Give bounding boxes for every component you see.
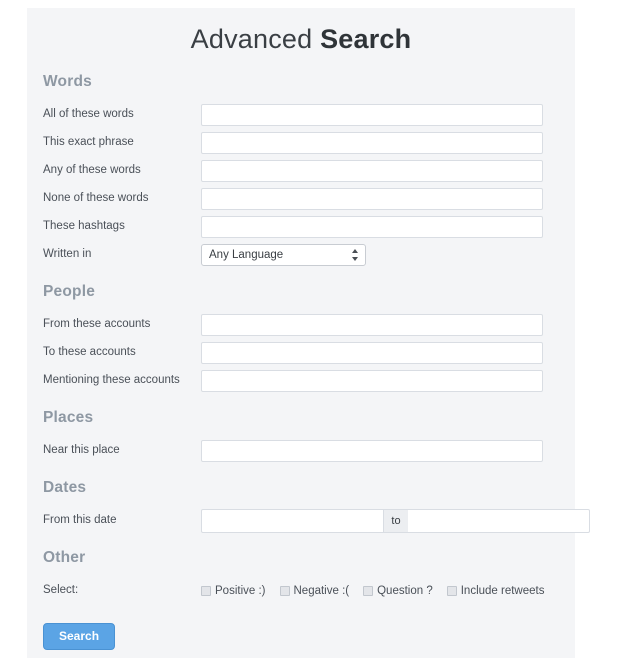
label-mentioning-these-accounts: Mentioning these accounts	[43, 373, 180, 386]
chevron-updown-icon	[351, 248, 358, 261]
form-row-from-these-accounts: From these accounts	[27, 311, 575, 339]
input-all-of-these-words[interactable]	[201, 103, 543, 126]
checkbox-item-question[interactable]: Question ?	[363, 585, 433, 597]
label-to-these-accounts: To these accounts	[43, 345, 136, 358]
form-row-select-options: Select: Positive :) Negative :( Question…	[27, 577, 575, 605]
search-form-panel: Advanced Search Words All of these words…	[27, 8, 590, 658]
date-range-separator: to	[384, 508, 408, 533]
checkbox-include-retweets-icon[interactable]	[446, 585, 457, 596]
input-from-these-accounts[interactable]	[201, 313, 543, 336]
checkbox-label-negative: Negative :(	[293, 584, 350, 597]
checkbox-item-negative[interactable]: Negative :(	[279, 584, 350, 597]
checkbox-group-other: Positive :) Negative :( Question ? Inclu…	[201, 585, 575, 597]
form-row-written-in: Written in Any Language	[27, 241, 575, 269]
input-near-this-place[interactable]	[201, 439, 543, 462]
label-from-these-accounts: From these accounts	[43, 317, 151, 330]
label-all-of-these-words: All of these words	[43, 107, 134, 120]
form-row-to-these-accounts: To these accounts	[27, 339, 575, 367]
input-any-of-these-words[interactable]	[201, 159, 543, 182]
label-from-this-date: From this date	[43, 513, 117, 526]
checkbox-negative-icon[interactable]	[279, 585, 290, 596]
select-written-in-value: Any Language	[209, 248, 284, 261]
input-this-exact-phrase[interactable]	[201, 131, 543, 154]
select-written-in-language[interactable]: Any Language	[201, 243, 366, 266]
label-these-hashtags: These hashtags	[43, 219, 125, 232]
input-these-hashtags[interactable]	[201, 215, 543, 238]
checkbox-question-icon[interactable]	[363, 585, 374, 596]
input-date-from[interactable]	[201, 508, 384, 533]
form-row-this-exact-phrase: This exact phrase	[27, 129, 575, 157]
checkbox-label-question: Question ?	[377, 584, 433, 597]
label-written-in: Written in	[43, 247, 92, 260]
input-mentioning-these-accounts[interactable]	[201, 369, 543, 392]
checkbox-label-positive: Positive :)	[215, 584, 266, 597]
checkbox-item-include-retweets[interactable]: Include retweets	[446, 584, 545, 597]
input-to-these-accounts[interactable]	[201, 341, 543, 364]
form-row-from-this-date: From this date to	[27, 507, 590, 535]
form-row-mentioning-these-accounts: Mentioning these accounts	[27, 367, 575, 395]
form-row-these-hashtags: These hashtags	[27, 213, 575, 241]
input-date-to[interactable]	[408, 508, 590, 533]
input-none-of-these-words[interactable]	[201, 187, 543, 210]
form-row-none-of-these-words: None of these words	[27, 185, 575, 213]
page-title-bold: Search	[320, 24, 412, 54]
label-none-of-these-words: None of these words	[43, 191, 149, 204]
section-heading-other: Other	[43, 548, 86, 566]
label-this-exact-phrase: This exact phrase	[43, 135, 134, 148]
label-select: Select:	[43, 583, 79, 596]
section-heading-words: Words	[43, 72, 92, 90]
page-title: Advanced Search	[27, 8, 575, 55]
advanced-search-page: Advanced Search Words All of these words…	[0, 0, 624, 658]
form-row-any-of-these-words: Any of these words	[27, 157, 575, 185]
section-heading-people: People	[43, 282, 96, 300]
search-submit-button[interactable]: Search	[43, 622, 116, 650]
section-heading-places: Places	[43, 408, 94, 426]
label-near-this-place: Near this place	[43, 443, 120, 456]
checkbox-positive-icon[interactable]	[201, 585, 211, 596]
label-any-of-these-words: Any of these words	[43, 163, 141, 176]
form-row-all-of-these-words: All of these words	[27, 101, 575, 129]
date-range-input-group: to	[201, 508, 590, 533]
page-title-light: Advanced	[190, 24, 321, 54]
section-heading-dates: Dates	[43, 478, 87, 496]
checkbox-item-positive[interactable]: Positive :)	[201, 585, 266, 597]
form-row-near-this-place: Near this place	[27, 437, 575, 465]
checkbox-label-include-retweets: Include retweets	[460, 584, 545, 597]
